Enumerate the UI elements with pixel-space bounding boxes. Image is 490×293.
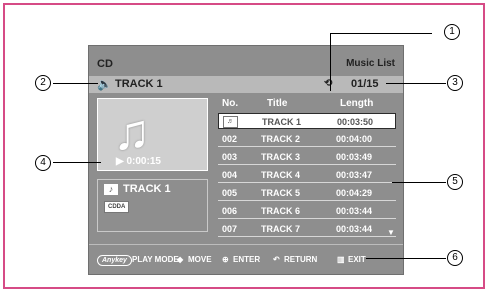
column-no: No. [222, 98, 239, 109]
callout-line-2 [53, 83, 98, 84]
play-icon: ♬ [223, 116, 238, 128]
callout-2: 2 [35, 75, 51, 91]
table-row[interactable]: ♬ TRACK 1 00:03:50 [218, 113, 396, 129]
callout-3: 3 [447, 75, 463, 91]
table-row[interactable]: 004 TRACK 4 00:03:47 [218, 167, 396, 183]
table-row[interactable]: 005 TRACK 5 00:04:29 [218, 185, 396, 201]
speaker-icon: 🔈 [97, 77, 112, 91]
track-counter: 01/15 [351, 78, 379, 90]
callout-line-3 [386, 83, 446, 84]
scroll-down-icon[interactable]: ▼ [387, 228, 395, 237]
return-icon: ↶ [273, 255, 280, 264]
callout-1: 1 [444, 24, 460, 40]
callout-5: 5 [447, 174, 463, 190]
track-name: TRACK 1 [123, 183, 171, 195]
callout-line-1-vertical [330, 33, 331, 91]
exit-icon: ▥ [337, 255, 345, 264]
cd-music-list-screen: CD Music List 🔈 TRACK 1 ⟲ 01/15 ♫ ▶ 0:00… [88, 45, 404, 275]
track-info-panel: ♪ TRACK 1 CDDA [97, 179, 208, 232]
enter-label: ENTER [233, 255, 261, 264]
table-row[interactable]: 002 TRACK 2 00:04:00 [218, 131, 396, 147]
callout-4: 4 [35, 155, 51, 171]
table-row[interactable]: 006 TRACK 6 00:03:44 [218, 203, 396, 219]
enter-icon: ⊕ [222, 255, 229, 264]
callout-6: 6 [447, 250, 463, 266]
callout-line-6 [366, 258, 446, 259]
play-mode-label: PLAY MODE [132, 255, 179, 264]
footer-help-bar: Anykey PLAY MODE ◆ MOVE ⊕ ENTER ↶ RETURN… [89, 244, 403, 275]
format-badge: CDDA [104, 201, 130, 213]
table-row[interactable]: 007 TRACK 7 00:03:44 [218, 221, 396, 237]
status-bar: 🔈 TRACK 1 ⟲ 01/15 [89, 76, 403, 93]
callout-line-1 [330, 33, 432, 34]
callout-line-4 [53, 162, 101, 163]
column-title: Title [267, 98, 288, 109]
repeat-icon: ⟲ [324, 78, 333, 89]
view-label: Music List [346, 58, 395, 69]
move-label: MOVE [188, 255, 212, 264]
move-icon: ◆ [177, 255, 184, 264]
album-art: ♫ ▶ 0:00:15 [97, 98, 208, 171]
exit-label: EXIT [348, 255, 366, 264]
source-label: CD [97, 58, 113, 70]
return-label: RETURN [284, 255, 318, 264]
current-track: TRACK 1 [115, 78, 163, 90]
anykey-badge: Anykey [97, 255, 132, 266]
column-length: Length [340, 98, 374, 109]
music-note-icon: ♪ [104, 184, 118, 195]
callout-line-5 [392, 182, 446, 183]
music-note-icon: ♫ [113, 104, 151, 160]
elapsed-time: ▶ 0:00:15 [116, 156, 161, 167]
table-row[interactable]: 003 TRACK 3 00:03:49 [218, 149, 396, 165]
